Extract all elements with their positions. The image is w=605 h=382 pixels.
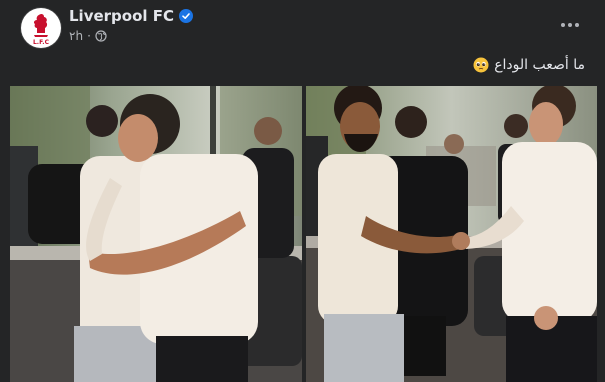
- liverbird-logo-icon: L.F.C: [33, 14, 50, 45]
- pleading-face-emoji-icon: [473, 57, 489, 73]
- page-name-row: Liverpool FC: [69, 7, 194, 25]
- meta-separator: ·: [87, 29, 91, 43]
- post-photo-1[interactable]: [10, 86, 302, 382]
- post-timestamp[interactable]: ٢h: [69, 29, 83, 43]
- globe-icon: [95, 30, 107, 42]
- more-options-button[interactable]: [556, 14, 584, 36]
- photo-1-image: [10, 86, 302, 382]
- page-name[interactable]: Liverpool FC: [69, 7, 174, 25]
- facebook-post: L.F.C Liverpool FC ٢h · ما أصعب الوداع: [0, 0, 605, 382]
- caption-text: ما أصعب الوداع: [494, 57, 585, 73]
- more-horizontal-icon: [561, 23, 565, 27]
- post-caption: ما أصعب الوداع: [473, 57, 585, 73]
- svg-text:L.F.C: L.F.C: [33, 39, 50, 45]
- post-photo-2[interactable]: [306, 86, 597, 382]
- photo-2-image: [306, 86, 597, 382]
- verified-badge-icon: [179, 9, 194, 23]
- post-meta: ٢h ·: [69, 29, 107, 43]
- page-avatar[interactable]: L.F.C: [21, 8, 61, 48]
